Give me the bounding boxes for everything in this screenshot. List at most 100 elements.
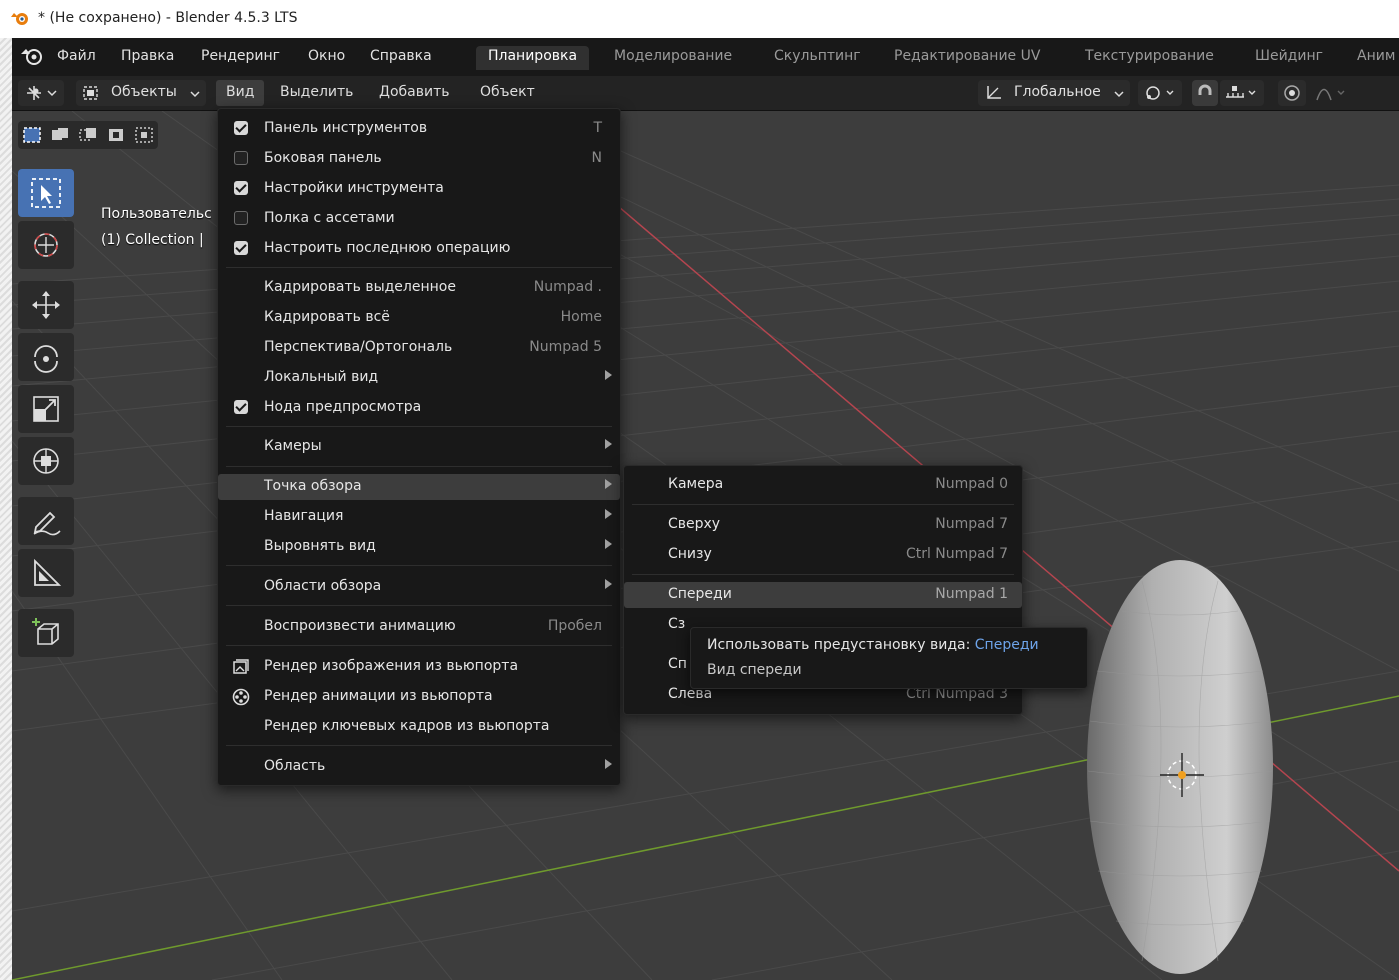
- menu-item-view-regions[interactable]: Области обзора: [218, 574, 620, 600]
- tab-layout[interactable]: Планировка: [476, 46, 590, 70]
- blender-logo-icon: [10, 9, 30, 31]
- menu-item-view-camera[interactable]: Камера Numpad 0: [624, 472, 1022, 498]
- menu-item-viewport-render-image[interactable]: Рендер изображения из вьюпорта: [218, 654, 620, 680]
- select-box-icon: [31, 178, 61, 208]
- pivot-icon: [1146, 86, 1174, 100]
- menu-help[interactable]: Справка: [370, 48, 432, 64]
- magnet-icon: [1198, 84, 1212, 95]
- select-mode-strip: [18, 121, 158, 149]
- menu-item-preview-node[interactable]: Нода предпросмотра: [218, 395, 620, 421]
- menu-item-view-top[interactable]: Сверху Numpad 7: [624, 512, 1022, 538]
- blender-menu-icon[interactable]: [20, 46, 44, 70]
- viewport-collection: (1) Collection |: [101, 232, 204, 248]
- top-menubar: Файл Правка Рендеринг Окно Справка Плани…: [12, 38, 1399, 76]
- header-menu-view[interactable]: Вид: [226, 84, 254, 100]
- menu-item-cameras[interactable]: Камеры: [218, 434, 620, 460]
- viewport-view-name: Пользовательс: [101, 206, 212, 222]
- menu-item-navigation[interactable]: Навигация: [218, 504, 620, 530]
- orientation-select[interactable]: Глобальное: [978, 80, 1130, 106]
- menu-item-asset-shelf[interactable]: Полка с ассетами: [218, 206, 620, 232]
- menu-item-play-animation[interactable]: Воспроизвести анимацию Пробел: [218, 614, 620, 640]
- menu-item-viewpoint[interactable]: Точка обзора: [218, 474, 620, 500]
- menu-separator: [226, 466, 612, 467]
- header-menu-add[interactable]: Добавить: [379, 84, 449, 100]
- select-new-icon[interactable]: [22, 126, 42, 144]
- menu-separator: [226, 267, 612, 268]
- menu-item-frame-all[interactable]: Кадрировать всё Home: [218, 305, 620, 331]
- checkbox-toolbar[interactable]: [234, 121, 248, 135]
- editor-type-button[interactable]: [18, 80, 64, 106]
- menu-separator: [226, 645, 612, 646]
- menu-item-toolbar[interactable]: Панель инструментов T: [218, 116, 620, 142]
- checkbox-adjust-last-operation[interactable]: [234, 241, 248, 255]
- scale-icon: [33, 396, 59, 422]
- menu-item-view-front[interactable]: Спереди Numpad 1: [624, 582, 1022, 608]
- transform-icon: [33, 448, 59, 474]
- menu-item-viewport-render-animation[interactable]: Рендер анимации из вьюпорта: [218, 684, 620, 710]
- move-tool[interactable]: [18, 281, 74, 329]
- select-invert-icon[interactable]: [106, 126, 126, 144]
- submenu-arrow-icon: [605, 439, 612, 449]
- orientation-label: Глобальное: [1014, 84, 1101, 100]
- menu-edit[interactable]: Правка: [121, 48, 174, 64]
- ellipsoid-mesh: [1087, 560, 1273, 974]
- tab-modeling[interactable]: Моделирование: [614, 48, 732, 64]
- mode-select[interactable]: Объекты: [76, 80, 206, 106]
- menu-item-area[interactable]: Область: [218, 754, 620, 780]
- menu-separator: [226, 426, 612, 427]
- select-intersect-icon[interactable]: [134, 126, 154, 144]
- tab-texture-paint[interactable]: Текстурирование: [1085, 48, 1214, 64]
- menu-item-viewport-render-keyframes[interactable]: Рендер ключевых кадров из вьюпорта: [218, 714, 620, 740]
- tab-uv-editing[interactable]: Редактирование UV: [894, 48, 1040, 64]
- transform-tool[interactable]: [18, 437, 74, 485]
- scale-tool[interactable]: [18, 385, 74, 433]
- 3d-cursor-icon: [34, 233, 58, 257]
- checkbox-tool-settings[interactable]: [234, 181, 248, 195]
- submenu-arrow-icon: [605, 370, 612, 380]
- menu-file[interactable]: Файл: [57, 48, 96, 64]
- header-menu-select[interactable]: Выделить: [280, 84, 353, 100]
- snap-target-button[interactable]: [1220, 80, 1264, 106]
- render-image-icon: [233, 659, 249, 674]
- checkbox-preview-node[interactable]: [234, 400, 248, 414]
- tab-shading[interactable]: Шейдинг: [1255, 48, 1323, 64]
- pivot-point-button[interactable]: [1138, 80, 1182, 106]
- menu-item-tool-settings[interactable]: Настройки инструмента: [218, 176, 620, 202]
- blender-app: Файл Правка Рендеринг Окно Справка Плани…: [12, 38, 1399, 980]
- menu-item-adjust-last-operation[interactable]: Настроить последнюю операцию: [218, 236, 620, 262]
- select-extend-icon[interactable]: [50, 126, 70, 144]
- header-menu-object[interactable]: Объект: [480, 84, 535, 100]
- menu-render[interactable]: Рендеринг: [201, 48, 280, 64]
- tab-animation[interactable]: Аним: [1357, 48, 1395, 64]
- add-cube-icon: [32, 618, 59, 645]
- rotate-icon: [34, 345, 58, 373]
- menu-item-perspective-ortho[interactable]: Перспектива/Ортогональ Numpad 5: [218, 335, 620, 361]
- desktop-edge: [0, 38, 12, 980]
- menu-item-frame-selected[interactable]: Кадрировать выделенное Numpad .: [218, 275, 620, 301]
- menu-window[interactable]: Окно: [308, 48, 345, 64]
- rotate-tool[interactable]: [18, 333, 74, 381]
- cursor-tool[interactable]: [18, 221, 74, 269]
- checkbox-sidebar[interactable]: [234, 151, 248, 165]
- menu-separator: [226, 565, 612, 566]
- menu-item-view-bottom[interactable]: Снизу Ctrl Numpad 7: [624, 542, 1022, 568]
- checkbox-asset-shelf[interactable]: [234, 211, 248, 225]
- add-cube-tool[interactable]: [18, 609, 74, 657]
- proportional-edit-toggle[interactable]: [1278, 80, 1306, 106]
- tooltip-value: Спереди: [974, 637, 1039, 653]
- tab-sculpting[interactable]: Скульптинг: [774, 48, 861, 64]
- transform-orientation-icon: [987, 86, 1001, 99]
- tooltip-line-1: Использовать предустановку вида: Спереди: [707, 637, 1039, 653]
- snap-toggle[interactable]: [1192, 80, 1218, 106]
- menu-item-align-view[interactable]: Выровнять вид: [218, 534, 620, 560]
- menu-item-local-view[interactable]: Локальный вид: [218, 365, 620, 391]
- viewport-header: Объекты Вид Выделить Добавить Объект Гло…: [12, 76, 1399, 111]
- select-subtract-icon[interactable]: [78, 126, 98, 144]
- menu-item-sidebar[interactable]: Боковая панель N: [218, 146, 620, 172]
- falloff-button[interactable]: [1310, 80, 1354, 106]
- chevron-down-icon: [1114, 91, 1124, 98]
- annotate-tool[interactable]: [18, 497, 74, 545]
- menu-separator: [226, 605, 612, 606]
- select-box-tool[interactable]: [18, 169, 74, 217]
- measure-tool[interactable]: [18, 549, 74, 597]
